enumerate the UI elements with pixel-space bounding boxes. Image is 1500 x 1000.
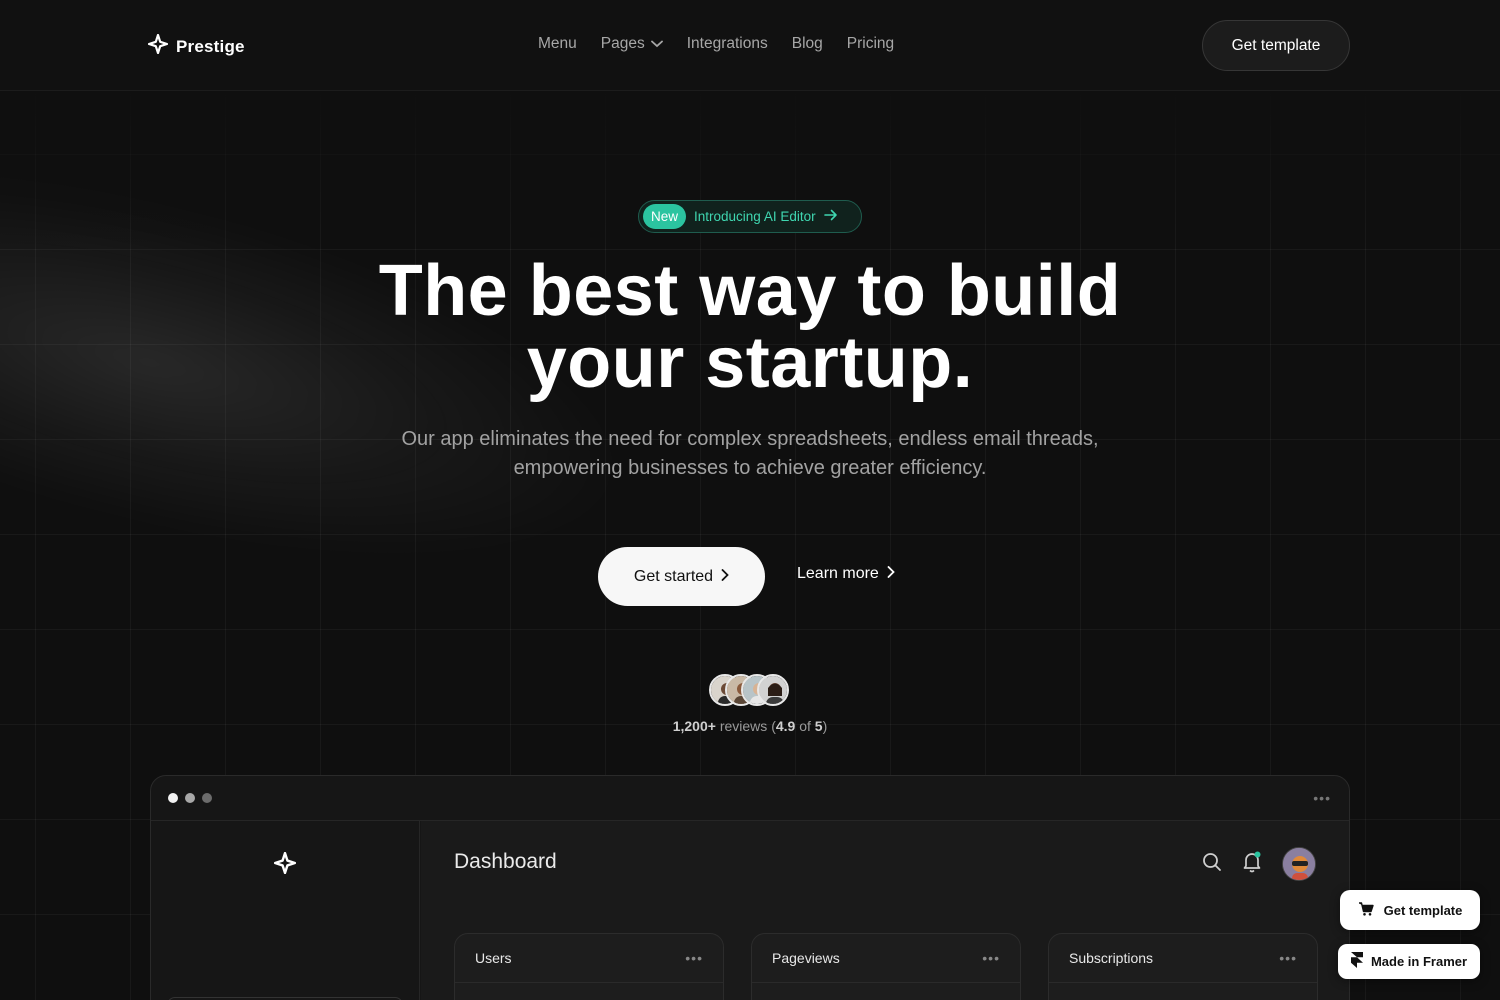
get-started-button[interactable]: Get started [598,547,765,606]
more-icon[interactable]: ••• [1279,950,1297,966]
chevron-right-icon [721,568,729,586]
window-dot [202,793,212,803]
dashboard-toolbar [1202,847,1316,881]
get-template-button[interactable]: Get template [1202,20,1350,71]
chevron-right-icon [887,565,895,583]
floating-get-template-button[interactable]: Get template [1340,890,1480,930]
brand-name: Prestige [176,36,245,56]
nav-item-pages-label: Pages [600,35,645,52]
main-nav: Menu Pages Integrations Blog Pricing [538,35,894,53]
dashboard-main: Dashboard Users ••• Pageviews ••• Subscr… [421,821,1349,1000]
learn-more-label: Learn more [797,565,879,582]
stat-card-pageviews: Pageviews ••• [751,933,1021,1000]
card-header: Users ••• [455,934,723,983]
site-header: Prestige Menu Pages Integrations Blog Pr… [0,0,1500,91]
nav-item-pricing[interactable]: Pricing [847,35,894,53]
more-icon[interactable]: ••• [685,950,703,966]
card-title: Subscriptions [1069,950,1154,966]
search-icon[interactable] [1202,852,1222,877]
avatar[interactable] [1282,847,1316,881]
more-icon[interactable]: ••• [1313,790,1331,806]
review-count: 1,200+ [672,718,716,734]
window-dot [185,793,195,803]
card-header: Subscriptions ••• [1049,934,1317,983]
card-title: Users [475,950,512,966]
rating-max: 5 [814,718,823,734]
announcement-badge[interactable]: New Introducing AI Editor [638,200,862,233]
announcement-text: Introducing AI Editor [694,209,816,224]
sparkle-star-icon [147,33,169,59]
card-header: Pageviews ••• [752,934,1020,983]
dashboard-sidebar [151,821,420,1000]
more-icon[interactable]: ••• [982,950,1000,966]
rating-value: 4.9 [775,718,796,734]
landing-page: Prestige Menu Pages Integrations Blog Pr… [0,0,1500,1000]
window-titlebar: ••• [151,776,1349,821]
window-controls [168,793,212,803]
made-in-framer-label: Made in Framer [1370,954,1468,969]
made-in-framer-badge[interactable]: Made in Framer [1338,944,1480,979]
rating-close: ) [822,718,828,734]
hero-subtitle: Our app eliminates the need for complex … [340,425,1160,483]
stat-card-subscriptions: Subscriptions ••• [1048,933,1318,1000]
stat-card-users: Users ••• [454,933,724,1000]
brand-logo[interactable]: Prestige [147,33,245,59]
avatar [757,674,789,706]
learn-more-button[interactable]: Learn more [797,565,895,583]
hero-title: The best way to build your startup. [0,255,1500,399]
nav-item-blog[interactable]: Blog [792,35,823,53]
dashboard-title: Dashboard [454,850,557,873]
floating-get-template-label: Get template [1383,902,1463,918]
nav-item-menu[interactable]: Menu [538,35,577,53]
reviewer-avatars [709,674,789,706]
dashboard-preview-window: ••• Dashboard Users ••• Pageviews ••• Su… [150,775,1350,1000]
chevron-down-icon [650,35,663,53]
framer-icon [1350,952,1363,971]
review-label: reviews [719,718,768,734]
get-started-label: Get started [633,567,714,585]
hero-title-line-2: your startup. [526,323,974,403]
nav-item-pages[interactable]: Pages [601,35,663,53]
stat-cards: Users ••• Pageviews ••• Subscriptions ••… [454,933,1318,1000]
nav-item-integrations[interactable]: Integrations [687,35,768,53]
sparkle-star-icon [273,851,297,879]
cart-icon [1358,901,1374,919]
bell-icon[interactable] [1242,851,1262,878]
card-title: Pageviews [772,950,840,966]
new-tag: New [643,204,687,229]
window-dot [168,793,178,803]
reviews-summary: 1,200+ reviews (4.9 of 5) [0,718,1500,734]
hero-subtitle-line-1: Our app eliminates the need for complex … [401,428,1099,450]
rating-of: of [799,718,811,734]
arrow-right-icon [823,208,838,226]
hero-subtitle-line-2: empowering businesses to achieve greater… [513,457,987,479]
hero-title-line-1: The best way to build [378,251,1122,331]
